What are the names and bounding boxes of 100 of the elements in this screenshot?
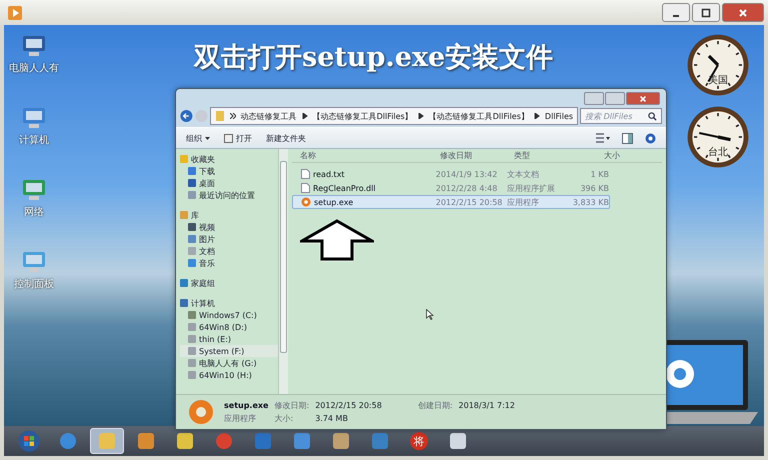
nav-item[interactable]: Windows7 (C:) bbox=[180, 309, 278, 321]
chevron-icon[interactable] bbox=[534, 113, 540, 119]
minimize-button[interactable] bbox=[662, 3, 690, 22]
desktop-icon-label: 控制面板 bbox=[14, 278, 54, 291]
breadcrumb[interactable]: 【动态链修复工具DllFiles】 bbox=[312, 110, 413, 122]
nav-item[interactable]: 音乐 bbox=[180, 257, 278, 269]
app-icon bbox=[137, 432, 155, 450]
file-type: 文本文档 bbox=[506, 168, 540, 180]
nav-item[interactable]: 最近访问的位置 bbox=[180, 189, 278, 201]
app-icon bbox=[449, 432, 467, 450]
player-icon bbox=[8, 6, 22, 20]
nav-item[interactable]: 64Win10 (H:) bbox=[180, 369, 278, 381]
taskbar-item[interactable]: 将 bbox=[402, 428, 436, 454]
nav-item[interactable]: 家庭组 bbox=[180, 277, 278, 289]
file-type: 应用程序 bbox=[506, 196, 540, 208]
close-icon bbox=[738, 8, 748, 18]
file-type: 应用程序扩展 bbox=[506, 182, 556, 194]
nav-item[interactable]: 桌面 bbox=[180, 177, 278, 189]
chevron-icon[interactable] bbox=[230, 113, 236, 119]
maximize-icon bbox=[701, 8, 711, 18]
app-icon bbox=[332, 432, 350, 450]
close-button[interactable] bbox=[722, 3, 764, 22]
column-header[interactable]: 名称 bbox=[292, 150, 440, 161]
folder-icon bbox=[214, 110, 225, 122]
details-value: 2012/2/15 20:58 bbox=[315, 401, 382, 410]
breadcrumb[interactable]: 【动态链修复工具DllFiles】 bbox=[428, 110, 529, 122]
details-value: 3.74 MB bbox=[315, 414, 349, 423]
file-size: 3,833 KB bbox=[572, 198, 609, 206]
nav-item[interactable]: 收藏夹 bbox=[180, 153, 278, 165]
app-icon bbox=[371, 432, 389, 450]
nav-item[interactable]: 计算机 bbox=[180, 297, 278, 309]
close-button[interactable] bbox=[626, 92, 660, 105]
chess-piece-icon: 将 bbox=[410, 432, 428, 450]
details-file-name: setup.exe bbox=[224, 401, 268, 410]
nav-item[interactable]: System (F:) bbox=[180, 345, 278, 357]
app-icon bbox=[215, 432, 233, 450]
file-name: RegCleanPro.dll bbox=[313, 184, 376, 192]
toolbar-button[interactable]: 组织 bbox=[186, 132, 210, 144]
file-row[interactable]: read.txt 2014/1/9 13:42 文本文档 1 KB bbox=[292, 167, 610, 181]
close-icon bbox=[639, 94, 647, 102]
file-row[interactable]: RegCleanPro.dll 2012/2/28 4:48 应用程序扩展 396 KB bbox=[292, 181, 610, 195]
app-icon bbox=[176, 432, 194, 450]
app-icon bbox=[59, 432, 77, 450]
file-row[interactable]: setup.exe 2012/2/15 20:58 应用程序 3,833 KB bbox=[292, 195, 610, 209]
desktop-icon[interactable] bbox=[21, 177, 47, 203]
clock-icon bbox=[686, 33, 750, 97]
file-date: 2012/2/28 4:48 bbox=[436, 184, 498, 192]
toolbar-button[interactable]: 新建文件夹 bbox=[266, 132, 306, 144]
minimize-icon bbox=[673, 14, 679, 16]
address-bar[interactable]: 动态链修复工具 【动态链修复工具DllFiles】 【动态链修复工具DllFiles】 DllFiles bbox=[210, 107, 578, 125]
details-label: 修改日期: bbox=[274, 400, 310, 411]
nav-item[interactable]: 电脑人人有 (G:) bbox=[180, 357, 278, 369]
file-date: 2014/1/9 13:42 bbox=[436, 170, 498, 178]
back-icon[interactable] bbox=[180, 108, 193, 124]
clock-label: 美国 bbox=[707, 74, 729, 87]
app-icon bbox=[293, 432, 311, 450]
clock-label: 台北 bbox=[707, 146, 729, 159]
file-name: setup.exe bbox=[314, 198, 354, 206]
nav-item[interactable]: 下载 bbox=[180, 165, 278, 177]
desktop-icon-label: 计算机 bbox=[19, 134, 49, 147]
caret-icon bbox=[205, 136, 210, 140]
search-icon bbox=[648, 112, 657, 120]
nav-item[interactable]: thin (E:) bbox=[180, 333, 278, 345]
nav-item[interactable]: 64Win8 (D:) bbox=[180, 321, 278, 333]
nav-item[interactable]: 图片 bbox=[180, 233, 278, 245]
breadcrumb[interactable]: 动态链修复工具 bbox=[240, 110, 297, 122]
file-name: read.txt bbox=[313, 170, 345, 178]
desktop-icon-label: 电脑人人有 bbox=[9, 62, 59, 75]
clock-icon bbox=[686, 105, 750, 169]
nav-item[interactable]: 文档 bbox=[180, 245, 278, 257]
details-label: 创建日期: bbox=[418, 400, 453, 411]
toolbar-button[interactable]: 打开 bbox=[224, 132, 252, 144]
maximize-button[interactable] bbox=[692, 3, 720, 22]
desktop-icon-label: 网络 bbox=[24, 206, 44, 219]
chevron-icon[interactable] bbox=[302, 113, 308, 119]
details-file-type: 应用程序 bbox=[224, 413, 257, 424]
open-icon bbox=[224, 134, 233, 142]
preview-pane-icon[interactable] bbox=[622, 132, 633, 144]
desktop-icon[interactable] bbox=[21, 105, 47, 131]
file-date: 2012/2/15 20:58 bbox=[436, 198, 504, 206]
file-size: 396 KB bbox=[579, 184, 609, 192]
column-header[interactable]: 类型 bbox=[514, 150, 580, 161]
desktop-icon[interactable] bbox=[21, 33, 47, 59]
breadcrumb[interactable]: DllFiles bbox=[544, 112, 574, 120]
details-value: 2018/3/1 7:12 bbox=[458, 401, 515, 410]
column-header[interactable]: 修改日期 bbox=[440, 150, 514, 161]
banner-title: 双击打开setup.exe安装文件 bbox=[194, 41, 554, 75]
app-icon bbox=[254, 432, 272, 450]
scrollbar[interactable] bbox=[278, 149, 288, 394]
file-size: 1 KB bbox=[590, 170, 609, 178]
help-icon[interactable] bbox=[645, 132, 656, 144]
mouse-cursor-icon bbox=[426, 309, 434, 320]
column-header[interactable]: 大小 bbox=[580, 150, 620, 161]
details-label: 大小: bbox=[274, 413, 294, 424]
nav-item[interactable]: 视频 bbox=[180, 221, 278, 233]
nav-item[interactable]: 库 bbox=[180, 209, 278, 221]
chevron-icon[interactable] bbox=[418, 113, 424, 119]
view-icon[interactable] bbox=[596, 133, 610, 143]
app-icon bbox=[98, 432, 116, 450]
setup-icon bbox=[188, 399, 214, 425]
